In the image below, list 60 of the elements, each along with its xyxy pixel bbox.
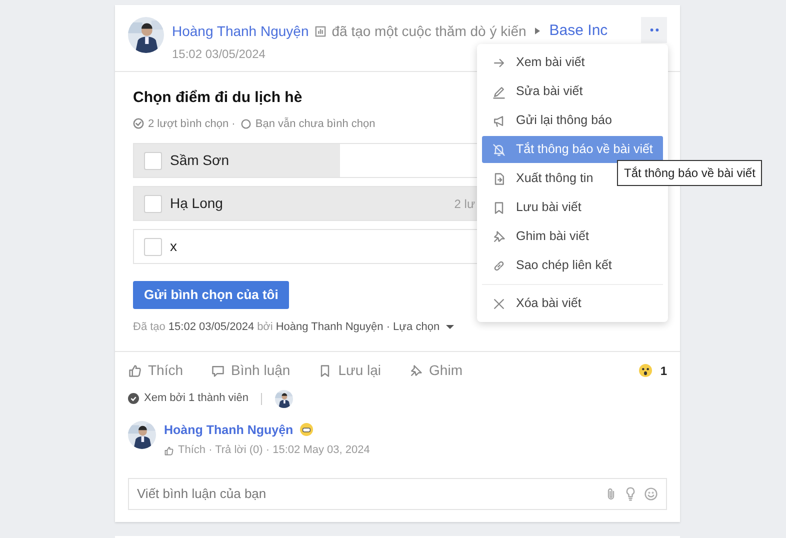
- close-icon: [492, 296, 506, 310]
- more-button[interactable]: [641, 17, 667, 43]
- commenter-link[interactable]: Hoàng Thanh Nguyện: [164, 420, 294, 440]
- creator-text[interactable]: Hoàng Thanh Nguyện · Lựa chọn: [276, 319, 440, 336]
- thumbs-up-icon: [128, 364, 142, 378]
- link-icon: [492, 258, 506, 272]
- dropdown-icon[interactable]: [446, 325, 454, 330]
- vote-total: 2 lượt bình chọn ·: [148, 116, 236, 132]
- more-icon: [650, 28, 658, 32]
- surprised-emoji-icon: [639, 364, 652, 377]
- comment-button[interactable]: Bình luận: [211, 360, 290, 381]
- action-text: đã tạo một cuộc thăm dò ý kiến: [332, 22, 526, 41]
- thumbs-up-icon: [164, 446, 174, 456]
- checkbox[interactable]: [144, 194, 162, 212]
- by-label: bởi: [257, 320, 273, 335]
- poll-icon: [314, 26, 326, 37]
- grinning-emoji-icon: [300, 423, 314, 436]
- menu-item[interactable]: Gửi lại thông báo: [482, 107, 663, 134]
- created-label: Đã tạo: [133, 320, 166, 335]
- author-link[interactable]: Hoàng Thanh Nguyện: [172, 20, 309, 42]
- option-label: Sầm Sơn: [170, 151, 229, 170]
- group-link[interactable]: Base Inc: [549, 20, 608, 42]
- checkbox[interactable]: [144, 238, 162, 256]
- check-circle-icon: [128, 393, 139, 404]
- menu-item[interactable]: Sửa bài viết: [482, 78, 663, 105]
- pin-icon: [409, 364, 424, 378]
- submit-vote-button[interactable]: Gửi bình chọn của tôi: [133, 281, 290, 309]
- post-time: 15:02 03/05/2024: [172, 46, 266, 62]
- export-file-icon: [492, 172, 506, 186]
- created-time: 15:02 03/05/2024: [168, 320, 254, 335]
- option-label: x: [170, 237, 177, 256]
- like-button[interactable]: Thích: [128, 360, 184, 381]
- comment-input[interactable]: Viết bình luận của bạn: [137, 484, 606, 504]
- pencil-icon: [492, 84, 506, 98]
- menu-item[interactable]: Xem bài viết: [482, 49, 663, 76]
- reaction-count: 1: [660, 362, 667, 380]
- vote-status: Bạn vẫn chưa bình chọn: [255, 116, 376, 132]
- seen-by-text: Xem bởi 1 thành viên: [144, 391, 248, 406]
- caret-icon: [535, 27, 540, 36]
- save-button[interactable]: Lưu lại: [318, 360, 382, 381]
- paperclip-icon[interactable]: [606, 486, 616, 501]
- option-label: Hạ Long: [170, 194, 223, 213]
- check-circle-icon: [133, 118, 144, 130]
- checkbox[interactable]: [144, 152, 162, 170]
- smiley-icon[interactable]: [644, 486, 658, 501]
- menu-item[interactable]: Lưu bài viết: [482, 194, 663, 221]
- pin-icon: [492, 230, 506, 244]
- tooltip: Tắt thông báo về bài viết: [617, 160, 762, 186]
- comment-icon: [211, 364, 226, 378]
- pin-button[interactable]: Ghim: [409, 360, 462, 381]
- vote-count: 2 lư: [454, 196, 475, 212]
- comment-meta: Thích · Trả lời (0) · 15:02 May 03, 2024: [178, 443, 370, 458]
- bookmark-icon: [492, 200, 506, 214]
- megaphone-icon: [492, 114, 506, 128]
- comment-box[interactable]: Viết bình luận của bạn: [128, 478, 667, 510]
- radio-icon: [241, 118, 252, 129]
- menu-item[interactable]: Xóa bài viết: [482, 290, 663, 317]
- lightbulb-icon[interactable]: [625, 486, 636, 501]
- poll-title: Chọn điểm đi du lịch hè: [133, 88, 302, 108]
- bell-off-icon: [492, 142, 506, 156]
